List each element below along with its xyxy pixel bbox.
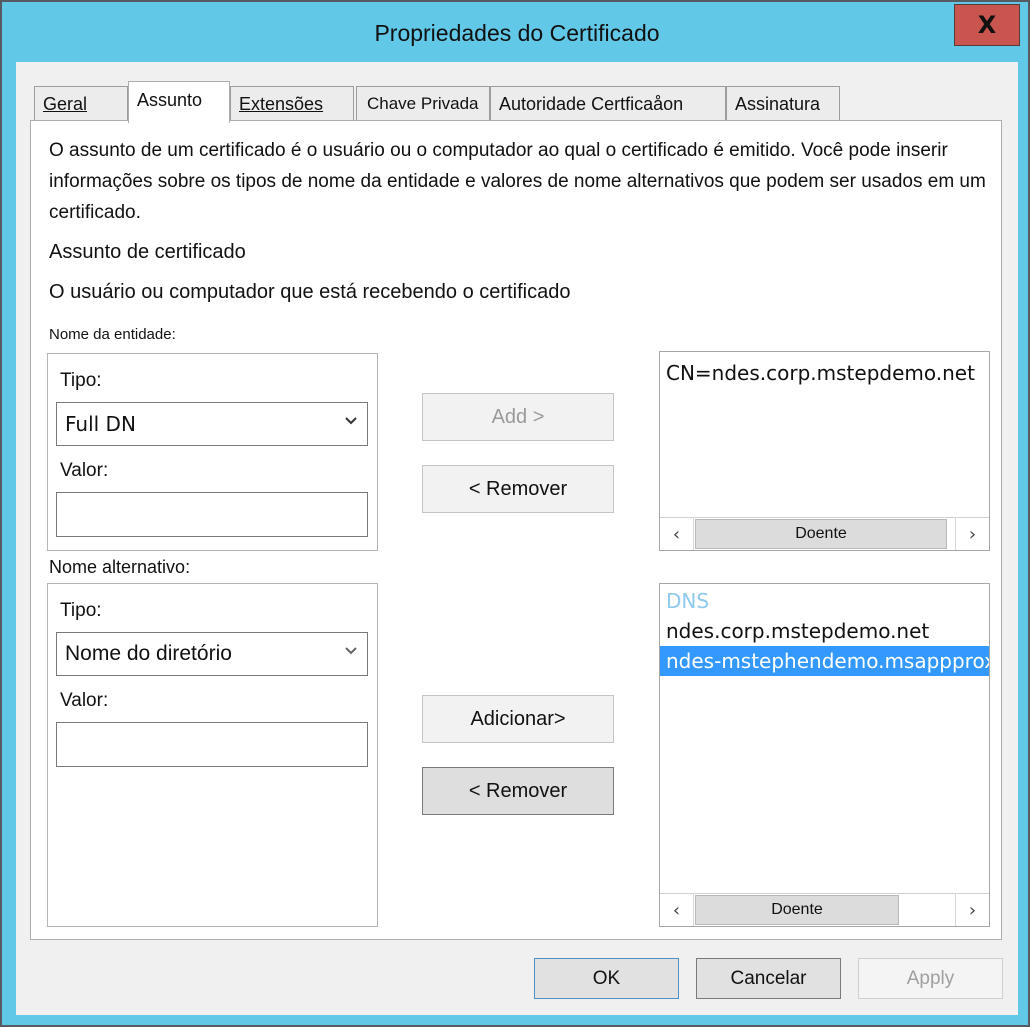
entity-value-input[interactable] — [56, 492, 368, 537]
close-button[interactable]: X — [954, 4, 1020, 46]
entity-list-hscrollbar[interactable]: ‹ Doente › — [660, 517, 989, 550]
chevron-left-icon[interactable]: ‹ — [660, 518, 694, 550]
alt-type-label: Tipo: — [60, 600, 102, 621]
window-title: Propriedades do Certificado — [374, 20, 660, 46]
dialog-client: Geral Assunto Extensões Chave Privada Au… — [16, 62, 1018, 1015]
alt-value-label: Valor: — [60, 690, 109, 711]
ok-button[interactable]: OK — [534, 958, 679, 999]
list-item[interactable]: CN=ndes.corp.mstepdemo.net — [664, 358, 989, 388]
alternative-name-list[interactable]: DNS ndes.corp.mstepdemo.net ndes-mstephe… — [659, 583, 990, 927]
alt-value-input[interactable] — [56, 722, 368, 767]
tab-chave-privada[interactable]: Chave Privada — [356, 86, 490, 122]
entity-name-label: Nome da entidade: — [49, 326, 176, 343]
entity-value-label: Valor: — [60, 460, 109, 481]
chevron-down-icon — [345, 417, 357, 425]
entity-type-select[interactable]: Full DN — [56, 402, 368, 446]
chevron-down-icon — [345, 647, 357, 655]
list-group-header: DNS — [666, 589, 710, 613]
list-item-selected[interactable]: ndes-mstephendemo.msappproxy.net — [660, 646, 989, 676]
tab-extensoes[interactable]: Extensões — [230, 86, 354, 122]
add-entity-button[interactable]: Add > — [422, 393, 614, 441]
subject-description: O assunto de um certificado é o usuário … — [49, 140, 986, 223]
entity-name-group: Tipo: Full DN Valor: — [47, 353, 378, 551]
section-subtitle: O usuário ou computador que está receben… — [49, 281, 571, 303]
chevron-left-icon[interactable]: ‹ — [660, 894, 694, 926]
alternative-name-label: Nome alternativo: — [49, 557, 191, 577]
scroll-thumb[interactable]: Doente — [695, 519, 947, 549]
alt-type-select[interactable]: Nome do diretório — [56, 632, 368, 676]
tab-panel-assunto: O assunto de um certificado é o usuário … — [30, 120, 1002, 940]
dialog-window: Propriedades do Certificado X Geral Assu… — [0, 0, 1030, 1027]
apply-button[interactable]: Apply — [858, 958, 1003, 999]
add-alternative-button[interactable]: Adicionar> — [422, 695, 614, 743]
tab-autoridade-certificacao[interactable]: Autoridade Certficaåon — [490, 86, 726, 122]
entity-type-label: Tipo: — [60, 370, 102, 391]
alt-list-hscrollbar[interactable]: ‹ Doente › — [660, 893, 989, 926]
tab-assinatura[interactable]: Assinatura — [726, 86, 840, 122]
section-title: Assunto de certificado — [49, 241, 246, 263]
remove-entity-button[interactable]: < Remover — [422, 465, 614, 513]
alternative-name-group: Tipo: Nome do diretório Valor: — [47, 583, 378, 927]
chevron-right-icon[interactable]: › — [955, 518, 989, 550]
tab-assunto[interactable]: Assunto — [128, 81, 230, 123]
tab-geral[interactable]: Geral — [34, 86, 128, 122]
entity-name-list[interactable]: CN=ndes.corp.mstepdemo.net ‹ Doente › — [659, 351, 990, 551]
alt-type-value: Nome do diretório — [65, 642, 232, 665]
chevron-right-icon[interactable]: › — [955, 894, 989, 926]
cancel-button[interactable]: Cancelar — [696, 958, 841, 999]
entity-type-value: Full DN — [65, 412, 136, 436]
scroll-thumb[interactable]: Doente — [695, 895, 899, 925]
remove-alternative-button[interactable]: < Remover — [422, 767, 614, 815]
list-item[interactable]: ndes.corp.mstepdemo.net — [664, 616, 989, 646]
close-icon: X — [977, 11, 997, 39]
